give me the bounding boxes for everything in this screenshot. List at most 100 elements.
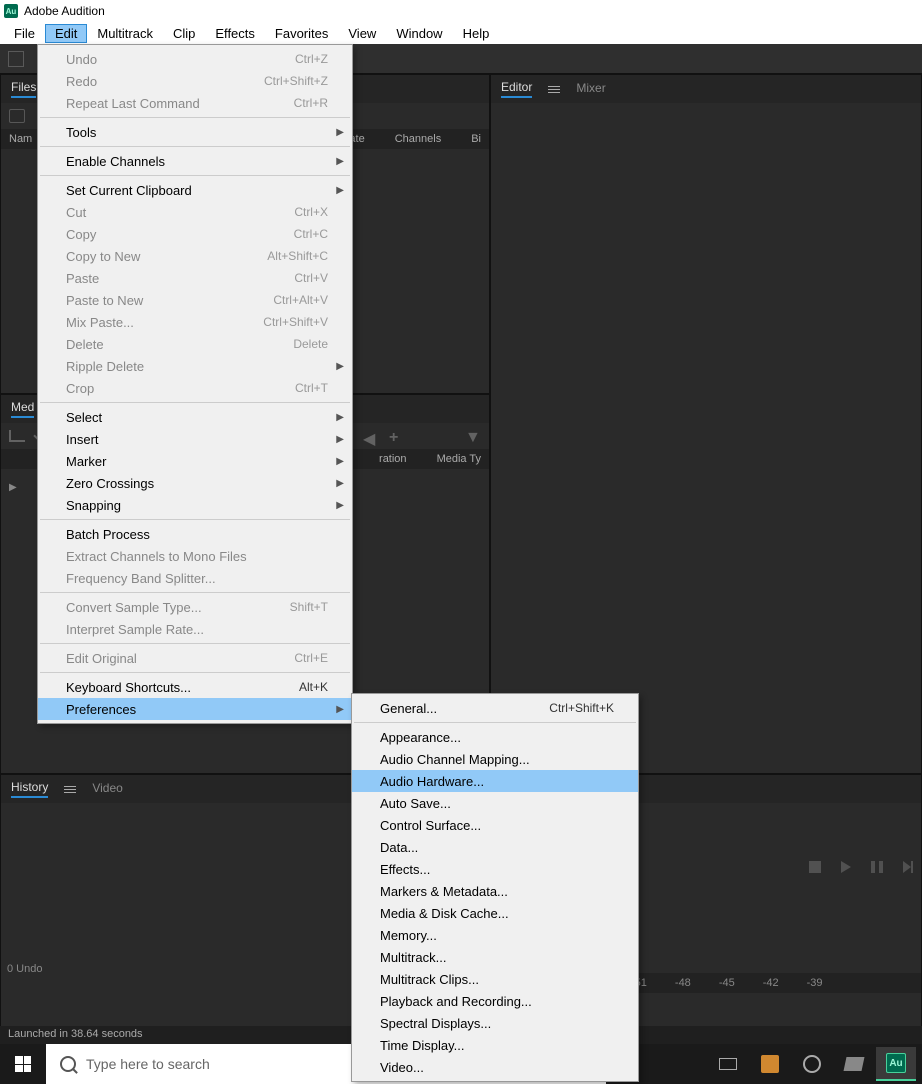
menu-help[interactable]: Help [453,24,500,43]
edit-menu-preferences[interactable]: Preferences▶ [38,698,352,720]
pref-menu-auto-save[interactable]: Auto Save... [352,792,638,814]
menu-item-label: Repeat Last Command [66,96,200,111]
edit-menu-crop: CropCtrl+T [38,377,352,399]
menu-favorites[interactable]: Favorites [265,24,338,43]
search-icon [60,1056,76,1072]
menu-item-label: Marker [66,454,106,469]
title-bar: Au Adobe Audition [0,0,922,22]
col-bit[interactable]: Bi [471,133,481,145]
menu-file[interactable]: File [4,24,45,43]
filter-icon[interactable]: ▼ [465,429,481,443]
back-icon[interactable]: ◀ [363,429,379,443]
menu-edit[interactable]: Edit [45,24,87,43]
pref-menu-media-disk-cache[interactable]: Media & Disk Cache... [352,902,638,924]
app-title: Adobe Audition [24,4,105,18]
menu-item-label: Effects... [380,862,430,877]
edit-menu-set-current-clipboard[interactable]: Set Current Clipboard ▶ [38,179,352,201]
video-tab[interactable]: Video [92,781,122,797]
shortcut-label: Ctrl+V [294,271,328,285]
pref-menu-markers-metadata[interactable]: Markers & Metadata... [352,880,638,902]
tray-protools-icon[interactable] [792,1047,832,1081]
edit-menu-tools[interactable]: Tools▶ [38,121,352,143]
tray-audition-icon[interactable]: Au [876,1047,916,1081]
edit-menu-zero-crossings[interactable]: Zero Crossings▶ [38,472,352,494]
menu-clip[interactable]: Clip [163,24,205,43]
pref-menu-appearance[interactable]: Appearance... [352,726,638,748]
pause-icon[interactable] [871,861,883,873]
submenu-arrow-icon: ▶ [336,500,344,511]
menu-item-label: Paste [66,271,99,286]
import-icon[interactable] [9,430,25,442]
menu-item-label: General... [380,701,437,716]
col-media-type[interactable]: Media Ty [437,453,481,465]
menu-item-label: Memory... [380,928,437,943]
edit-menu-insert[interactable]: Insert▶ [38,428,352,450]
shortcut-label: Ctrl+C [294,227,328,241]
stop-icon[interactable] [809,861,821,873]
pref-menu-spectral-displays[interactable]: Spectral Displays... [352,1012,638,1034]
col-duration[interactable]: ration [379,453,407,465]
menu-multitrack[interactable]: Multitrack [87,24,163,43]
meter-tick: -42 [763,977,779,989]
tray-live-icon[interactable] [750,1047,790,1081]
tray-keyboard-icon[interactable] [708,1047,748,1081]
preferences-submenu: General...Ctrl+Shift+KAppearance...Audio… [351,693,639,1082]
panel-menu-icon[interactable] [548,86,560,93]
menu-item-label: Set Current Clipboard [66,183,192,198]
submenu-arrow-icon: ▶ [336,185,344,196]
shortcut-label: Ctrl+Shift+Z [264,74,328,88]
menu-window[interactable]: Window [386,24,452,43]
pref-menu-playback-and-recording[interactable]: Playback and Recording... [352,990,638,1012]
pref-menu-time-display[interactable]: Time Display... [352,1034,638,1056]
open-file-icon[interactable] [9,109,25,123]
submenu-arrow-icon: ▶ [336,434,344,445]
app-logo-icon: Au [4,4,18,18]
edit-menu-enable-channels[interactable]: Enable Channels▶ [38,150,352,172]
menu-view[interactable]: View [338,24,386,43]
transport-controls [809,861,911,873]
menu-item-label: Snapping [66,498,121,513]
pref-menu-control-surface[interactable]: Control Surface... [352,814,638,836]
meter-tick: -48 [675,977,691,989]
edit-menu-snapping[interactable]: Snapping ▶ [38,494,352,516]
shortcut-label: Ctrl+Shift+V [263,315,328,329]
history-tab[interactable]: History [11,780,48,798]
edit-menu-select[interactable]: Select▶ [38,406,352,428]
menu-item-label: Cut [66,205,86,220]
tray-app-icon[interactable] [834,1047,874,1081]
col-channels[interactable]: Channels [395,133,441,145]
edit-menu-convert-sample-type: Convert Sample Type...Shift+T [38,596,352,618]
play-icon[interactable] [841,861,851,873]
menu-item-label: Time Display... [380,1038,465,1053]
add-icon[interactable]: + [389,429,405,443]
files-tab[interactable]: Files [11,80,36,98]
menu-effects[interactable]: Effects [205,24,265,43]
pref-menu-audio-channel-mapping[interactable]: Audio Channel Mapping... [352,748,638,770]
pref-menu-video[interactable]: Video... [352,1056,638,1078]
media-tab[interactable]: Med [11,400,34,418]
skip-end-icon[interactable] [903,861,911,873]
pref-menu-effects[interactable]: Effects... [352,858,638,880]
pref-menu-memory[interactable]: Memory... [352,924,638,946]
pref-menu-general[interactable]: General...Ctrl+Shift+K [352,697,638,719]
col-name[interactable]: Nam [9,133,32,145]
edit-menu-batch-process[interactable]: Batch Process [38,523,352,545]
edit-menu-marker[interactable]: Marker▶ [38,450,352,472]
edit-menu-extract-channels-to-mono-files: Extract Channels to Mono Files [38,545,352,567]
pref-menu-multitrack-clips[interactable]: Multitrack Clips... [352,968,638,990]
start-button[interactable] [0,1044,46,1084]
edit-menu-interpret-sample-rate: Interpret Sample Rate... [38,618,352,640]
pref-menu-audio-hardware[interactable]: Audio Hardware... [352,770,638,792]
tool-waveform-icon[interactable] [8,51,24,67]
panel-menu-icon[interactable] [64,786,76,793]
menu-item-label: Select [66,410,102,425]
pref-menu-data[interactable]: Data... [352,836,638,858]
mixer-tab[interactable]: Mixer [576,81,605,97]
pref-menu-multitrack[interactable]: Multitrack... [352,946,638,968]
edit-menu-keyboard-shortcuts[interactable]: Keyboard Shortcuts...Alt+K [38,676,352,698]
editor-tab[interactable]: Editor [501,80,532,98]
menu-item-label: Paste to New [66,293,143,308]
expand-arrow-icon[interactable]: ▶ [9,482,17,493]
shortcut-label: Delete [293,337,328,351]
menu-item-label: Preferences [66,702,136,717]
